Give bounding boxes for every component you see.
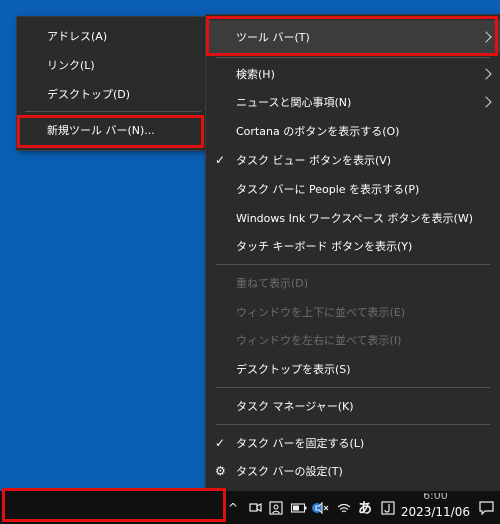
- ime-settings-icon[interactable]: [378, 491, 398, 524]
- menu-separator: [216, 57, 490, 58]
- menu-item-search[interactable]: 検索(H): [206, 62, 500, 86]
- people-icon[interactable]: [266, 491, 286, 524]
- menu-item-task-view[interactable]: ✓ タスク ビュー ボタンを表示(V): [206, 148, 500, 172]
- menu-item-lock-taskbar[interactable]: ✓ タスク バーを固定する(L): [206, 431, 500, 455]
- menu-separator: [25, 111, 201, 112]
- taskbar-context-menu: ツール バー(T) 検索(H) ニュースと関心事項(N) Cortana のボタ…: [206, 15, 500, 491]
- menu-item-label: アドレス(A): [47, 30, 108, 43]
- wifi-icon[interactable]: [334, 491, 354, 524]
- menu-item-touch-keyboard[interactable]: タッチ キーボード ボタンを表示(Y): [206, 234, 500, 258]
- menu-item-label: タスク バーに People を表示する(P): [236, 183, 420, 196]
- chevron-right-icon: [480, 68, 492, 80]
- check-icon: ✓: [215, 436, 226, 450]
- menu-item-label: タスク マネージャー(K): [236, 400, 354, 413]
- menu-item-address[interactable]: アドレス(A): [17, 25, 209, 47]
- menu-item-people[interactable]: タスク バーに People を表示する(P): [206, 177, 500, 201]
- menu-item-label: ツール バー(T): [236, 30, 310, 44]
- menu-item-new-toolbar[interactable]: 新規ツール バー(N)...: [17, 119, 209, 141]
- menu-item-label: 検索(H): [236, 68, 275, 81]
- menu-item-windows-ink[interactable]: Windows Ink ワークスペース ボタンを表示(W): [206, 206, 500, 230]
- menu-item-links[interactable]: リンク(L): [17, 54, 209, 76]
- menu-item-label: タスク バーを固定する(L): [236, 437, 365, 450]
- menu-item-toolbars[interactable]: ツール バー(T): [206, 20, 500, 53]
- menu-item-label: タッチ キーボード ボタンを表示(Y): [236, 240, 413, 253]
- taskbar[interactable]: ^ あ 6:00 2023/11/06: [0, 491, 500, 524]
- clock[interactable]: 6:00 2023/11/06: [401, 493, 470, 520]
- menu-item-label: 重ねて表示(D): [236, 277, 309, 290]
- menu-item-show-desktop[interactable]: デスクトップを表示(S): [206, 357, 500, 381]
- menu-item-side-by-side: ウィンドウを左右に並べて表示(I): [206, 328, 500, 352]
- menu-item-label: Windows Ink ワークスペース ボタンを表示(W): [236, 212, 473, 225]
- clock-date: 2023/11/06: [400, 505, 470, 519]
- menu-item-label: ウィンドウを左右に並べて表示(I): [236, 334, 402, 347]
- menu-item-news-interests[interactable]: ニュースと関心事項(N): [206, 90, 500, 114]
- menu-item-label: タスク バーの設定(T): [236, 465, 343, 478]
- menu-item-desktop[interactable]: デスクトップ(D): [17, 83, 209, 105]
- clock-time: 6:00: [423, 493, 448, 502]
- chevron-right-icon: [480, 96, 492, 108]
- menu-item-task-manager[interactable]: タスク マネージャー(K): [206, 394, 500, 418]
- menu-separator: [216, 387, 490, 388]
- toolbars-submenu: アドレス(A) リンク(L) デスクトップ(D) 新規ツール バー(N)...: [17, 17, 209, 150]
- menu-item-label: デスクトップを表示(S): [236, 363, 351, 376]
- meet-now-icon[interactable]: [245, 491, 265, 524]
- menu-item-label: 新規ツール バー(N)...: [47, 124, 155, 137]
- menu-separator: [216, 264, 490, 265]
- menu-item-label: ウィンドウを上下に並べて表示(E): [236, 306, 406, 319]
- battery-icon[interactable]: [289, 491, 309, 524]
- menu-item-cortana[interactable]: Cortana のボタンを表示する(O): [206, 119, 500, 143]
- menu-item-label: ニュースと関心事項(N): [236, 96, 352, 109]
- gear-icon: ⚙: [215, 464, 226, 478]
- check-icon: ✓: [215, 153, 226, 167]
- notification-icon[interactable]: [474, 491, 498, 524]
- ime-mode-indicator[interactable]: あ: [355, 491, 375, 524]
- menu-item-label: タスク ビュー ボタンを表示(V): [236, 154, 392, 167]
- menu-item-label: デスクトップ(D): [47, 88, 131, 101]
- menu-item-cascade: 重ねて表示(D): [206, 271, 500, 295]
- menu-separator: [216, 424, 490, 425]
- menu-item-taskbar-settings[interactable]: ⚙ タスク バーの設定(T): [206, 459, 500, 483]
- volume-muted-icon[interactable]: [312, 491, 332, 524]
- menu-item-label: Cortana のボタンを表示する(O): [236, 125, 400, 138]
- chevron-right-icon: [480, 30, 492, 43]
- menu-item-stacked: ウィンドウを上下に並べて表示(E): [206, 300, 500, 324]
- menu-item-label: リンク(L): [47, 59, 95, 72]
- chevron-up-icon[interactable]: ^: [224, 491, 242, 524]
